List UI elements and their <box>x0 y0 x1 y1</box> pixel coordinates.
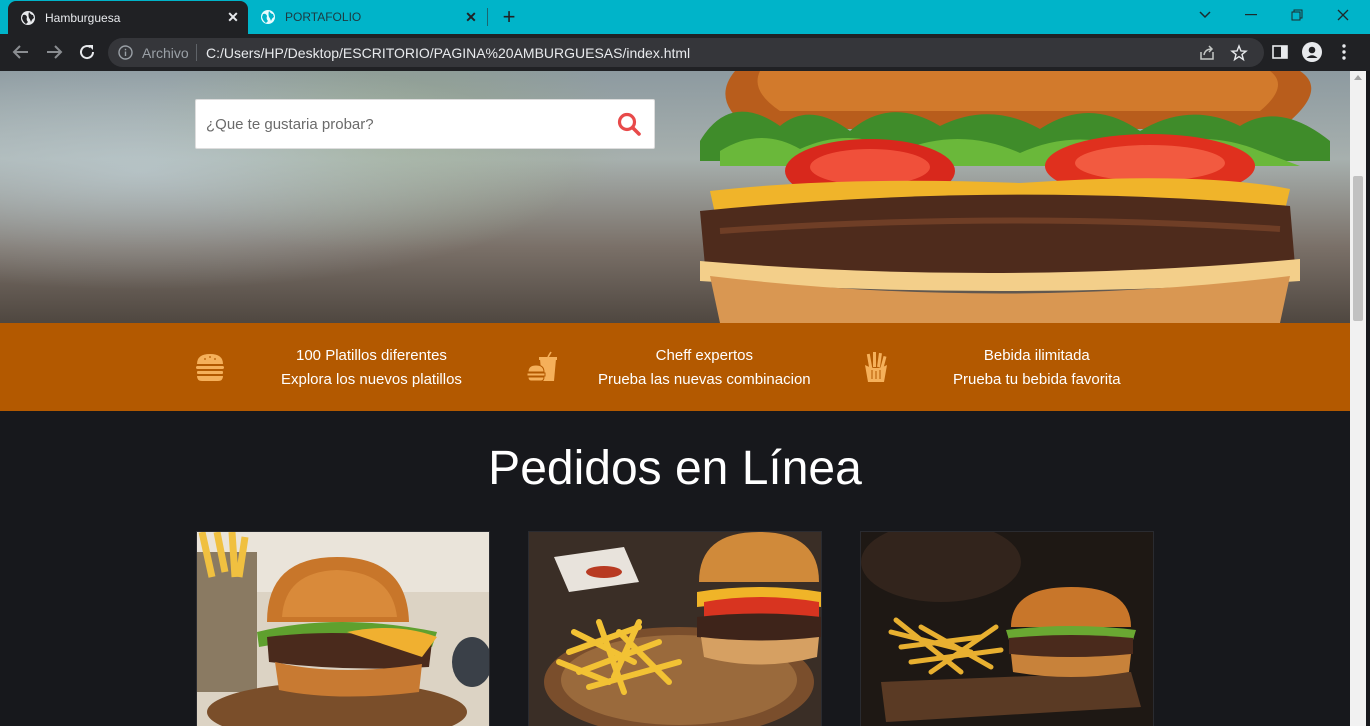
hero-banner <box>0 71 1350 323</box>
minimize-button[interactable] <box>1228 0 1274 30</box>
search-input[interactable] <box>206 112 606 136</box>
product-card[interactable] <box>528 531 822 726</box>
info-icon[interactable] <box>118 45 133 60</box>
side-panel-icon <box>1272 45 1288 59</box>
reload-button[interactable] <box>75 40 99 64</box>
globe-icon <box>21 10 35 25</box>
burger-board-photo-image <box>861 532 1153 726</box>
tab-separator <box>487 8 488 26</box>
arrow-left-icon <box>12 45 28 59</box>
address-bar[interactable]: Archivo C:/Users/HP/Desktop/ESCRITORIO/P… <box>108 38 1264 67</box>
forward-button[interactable] <box>42 40 66 64</box>
fries-icon <box>865 352 887 382</box>
product-card[interactable] <box>860 531 1154 726</box>
restore-button[interactable] <box>1274 0 1320 30</box>
kebab-menu-icon <box>1342 44 1346 60</box>
product-card[interactable] <box>196 531 490 726</box>
scrollbar-thumb[interactable] <box>1353 176 1363 321</box>
chevron-down-icon <box>1199 11 1211 19</box>
tab-title: Hamburguesa <box>45 10 121 25</box>
url-text[interactable]: C:/Users/HP/Desktop/ESCRITORIO/PAGINA%20… <box>206 45 690 61</box>
reload-icon <box>80 45 95 60</box>
security-chip[interactable]: Archivo <box>142 45 189 61</box>
close-tab-icon[interactable]: ✕ <box>462 8 480 26</box>
page-viewport: 100 Platillos diferentes Explora los nue… <box>0 71 1350 726</box>
feature-subtitle: Explora los nuevos platillos <box>281 371 462 388</box>
restore-icon <box>1291 9 1303 21</box>
burger-fries-photo-image <box>529 532 821 726</box>
profile-button[interactable] <box>1302 42 1322 62</box>
combo-meal-icon <box>526 351 557 382</box>
search-icon[interactable] <box>616 111 642 137</box>
feature-subtitle: Prueba tu bebida favorita <box>953 371 1121 388</box>
share-icon[interactable] <box>1198 44 1216 62</box>
feature-title: 100 Platillos diferentes <box>296 347 447 364</box>
scroll-up-arrow-icon[interactable] <box>1354 75 1362 80</box>
browser-toolbar: Archivo C:/Users/HP/Desktop/ESCRITORIO/P… <box>0 34 1370 71</box>
browser-tab-strip: Hamburguesa ✕ PORTAFOLIO ✕ + <box>0 0 1370 34</box>
avatar-icon <box>1302 42 1322 62</box>
tab-portafolio[interactable]: PORTAFOLIO ✕ <box>250 0 486 34</box>
vertical-scrollbar[interactable] <box>1350 71 1366 726</box>
arrow-right-icon <box>47 45 63 59</box>
burger-icon <box>196 354 224 381</box>
omnibox-separator <box>196 44 197 61</box>
features-band: 100 Platillos diferentes Explora los nue… <box>0 323 1350 411</box>
close-window-button[interactable] <box>1320 0 1366 30</box>
section-title: Pedidos en Línea <box>488 442 862 495</box>
tab-search-button[interactable] <box>1182 0 1228 30</box>
bookmark-star-icon[interactable] <box>1230 44 1248 62</box>
new-tab-button[interactable]: + <box>498 6 520 28</box>
close-tab-icon[interactable]: ✕ <box>224 9 242 27</box>
menu-button[interactable] <box>1334 42 1354 62</box>
side-panel-button[interactable] <box>1270 42 1290 62</box>
minimize-icon <box>1245 14 1257 16</box>
globe-icon <box>261 10 275 24</box>
burger-photo-image <box>197 532 489 726</box>
close-icon <box>1337 9 1349 21</box>
search-box <box>195 99 655 149</box>
feature-subtitle: Prueba las nuevas combinacion <box>598 371 811 388</box>
tab-hamburguesa[interactable]: Hamburguesa ✕ <box>8 1 248 34</box>
feature-title: Cheff expertos <box>655 347 753 364</box>
hero-burger-image <box>700 71 1330 323</box>
tab-title: PORTAFOLIO <box>285 10 362 24</box>
feature-title: Bebida ilimitada <box>983 347 1090 364</box>
back-button[interactable] <box>9 40 33 64</box>
